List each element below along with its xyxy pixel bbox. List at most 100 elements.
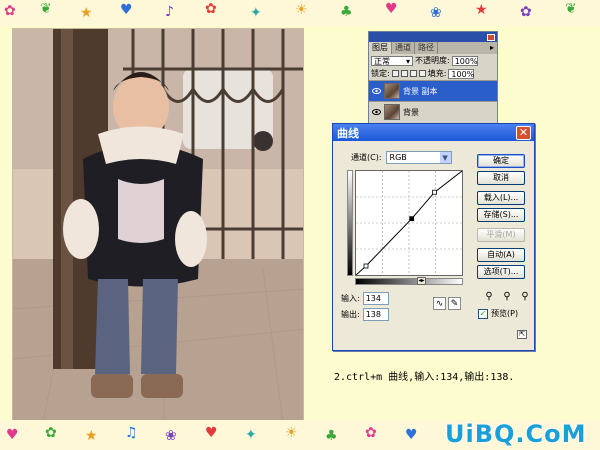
star-icon: ★ [475, 2, 488, 18]
fill-label: 填充: [427, 69, 447, 78]
close-icon[interactable]: ✕ [516, 125, 531, 140]
heart-icon: ♥ [6, 427, 19, 443]
curve-graph-area: ◂▸ [347, 170, 463, 286]
dialog-title: 曲线 [337, 126, 359, 140]
output-field[interactable]: 138 [362, 308, 389, 321]
music-note-icon: ♫ [125, 425, 138, 441]
cancel-button[interactable]: 取消 [477, 171, 525, 185]
fill-input[interactable]: 100% [448, 68, 475, 79]
sun-icon: ☀ [285, 425, 298, 441]
layer-row-background[interactable]: 背景 [369, 101, 497, 122]
leaf-icon: ❦ [565, 1, 577, 17]
lock-all-icon[interactable] [418, 70, 426, 77]
save-button[interactable]: 存储(S)... [477, 208, 525, 222]
input-label: 输入: [341, 294, 360, 303]
flower-icon: ✿ [205, 1, 217, 17]
opacity-input[interactable]: 100% [451, 55, 478, 66]
flower-icon: ✿ [365, 425, 377, 441]
heart-icon: ♥ [205, 425, 218, 441]
star-icon: ★ [80, 5, 93, 21]
lock-position-icon[interactable] [409, 70, 417, 77]
channel-select[interactable]: RGB ▼ [385, 151, 452, 164]
channel-row: 通道(C): RGB ▼ [351, 151, 452, 164]
photo-image [13, 29, 303, 421]
sun-icon: ☀ [295, 2, 308, 18]
eye-icon[interactable] [371, 86, 381, 96]
tab-paths[interactable]: 路径 [415, 42, 438, 54]
layer-name: 背景 副本 [403, 86, 438, 96]
layers-panel: 图层 通道 路径 ▸ 正常 ▾ 不透明度: 100% 锁定: 填充: 100% … [368, 31, 498, 133]
heart-icon: ♥ [405, 427, 418, 443]
layers-close-icon[interactable] [487, 33, 495, 41]
smooth-button: 平滑(M) [477, 228, 525, 242]
options-button[interactable]: 选项(T)... [477, 265, 525, 279]
curve-point-tool-icon[interactable]: ∿ [433, 297, 446, 310]
panel-menu-icon[interactable]: ▸ [490, 42, 497, 54]
layers-tab-bar: 图层 通道 路径 ▸ [369, 42, 497, 54]
site-watermark: UiBQ.CoM [445, 420, 587, 448]
ok-button[interactable]: 确定 [477, 154, 525, 168]
star-icon: ✦ [245, 427, 257, 443]
flower-icon: ❀ [430, 5, 442, 21]
lock-transparency-icon[interactable] [391, 70, 399, 77]
child-photo [12, 28, 304, 422]
output-label: 输出: [341, 310, 360, 319]
blend-row: 正常 ▾ 不透明度: 100% [369, 54, 497, 67]
input-gradient-bar [355, 278, 463, 285]
music-note-icon: ♪ [165, 4, 174, 20]
lock-image-icon[interactable] [400, 70, 408, 77]
flower-icon: ✿ [520, 4, 532, 20]
clover-icon: ♣ [340, 4, 353, 20]
layer-row-background-copy[interactable]: 背景 副本 [369, 80, 497, 101]
preview-label: 预览(P) [491, 309, 519, 318]
gradient-toggle-icon[interactable]: ◂▸ [417, 277, 426, 285]
lock-row: 锁定: 填充: 100% [369, 67, 497, 80]
preview-row: ✓ 预览(P) [478, 308, 518, 319]
curves-titlebar: 曲线 ✕ [333, 124, 534, 141]
chevron-down-icon: ▾ [405, 56, 410, 66]
star-icon: ✦ [250, 5, 262, 21]
curves-dialog: 曲线 ✕ 通道(C): RGB ▼ ◂▸ 输入: 134 输出: 138 ∿ ✎… [332, 123, 535, 351]
layer-thumbnail [384, 104, 400, 120]
channel-value: RGB [389, 153, 407, 162]
flower-icon: ✿ [4, 3, 16, 19]
pencil-icon[interactable]: ✎ [448, 297, 461, 310]
gray-eyedropper-icon[interactable]: ⚲ [501, 290, 513, 302]
lock-label: 锁定: [371, 69, 390, 78]
chevron-down-icon: ▼ [439, 152, 451, 163]
channel-label: 通道(C): [351, 153, 382, 162]
output-gradient-bar [347, 170, 353, 276]
curve-control-point[interactable] [409, 216, 415, 222]
load-button[interactable]: 载入(L)... [477, 191, 525, 205]
lock-icons [391, 70, 426, 77]
expand-icon[interactable]: ⇱ [517, 330, 527, 339]
blend-mode-select[interactable]: 正常 ▾ [371, 55, 413, 66]
heart-icon: ♥ [385, 1, 398, 17]
output-row: 输出: 138 [341, 308, 389, 321]
flower-icon: ✿ [45, 425, 57, 441]
auto-button[interactable]: 自动(A) [477, 248, 525, 262]
input-field[interactable]: 134 [362, 292, 389, 305]
button-column: 确定 取消 载入(L)... 存储(S)... 平滑(M) 自动(A) 选项(T… [477, 154, 530, 282]
curve-graph[interactable] [355, 170, 463, 276]
eyedroppers: ⚲ ⚲ ⚲ [483, 290, 531, 302]
layer-name: 背景 [403, 107, 419, 117]
eye-icon[interactable] [371, 107, 381, 117]
curve-plot[interactable] [355, 170, 463, 276]
curve-control-point[interactable] [432, 189, 437, 195]
clover-icon: ♣ [325, 428, 338, 444]
black-eyedropper-icon[interactable]: ⚲ [483, 290, 495, 302]
star-icon: ★ [85, 428, 98, 444]
flower-icon: ❀ [165, 428, 177, 444]
heart-icon: ♥ [120, 2, 133, 18]
top-doodle-border: ✿ ❦ ★ ♥ ♪ ✿ ✦ ☀ ♣ ♥ ❀ ★ ✿ ❦ [0, 0, 600, 26]
layer-thumbnail [384, 83, 400, 99]
preview-checkbox[interactable]: ✓ [478, 308, 488, 319]
white-eyedropper-icon[interactable]: ⚲ [519, 290, 531, 302]
tab-layers[interactable]: 图层 [369, 42, 392, 54]
blend-mode-value: 正常 [374, 56, 390, 66]
curve-control-point[interactable] [363, 263, 369, 269]
tab-channels[interactable]: 通道 [392, 42, 415, 54]
curve-tools: ∿ ✎ [433, 297, 461, 310]
layers-panel-titlebar [369, 32, 497, 42]
